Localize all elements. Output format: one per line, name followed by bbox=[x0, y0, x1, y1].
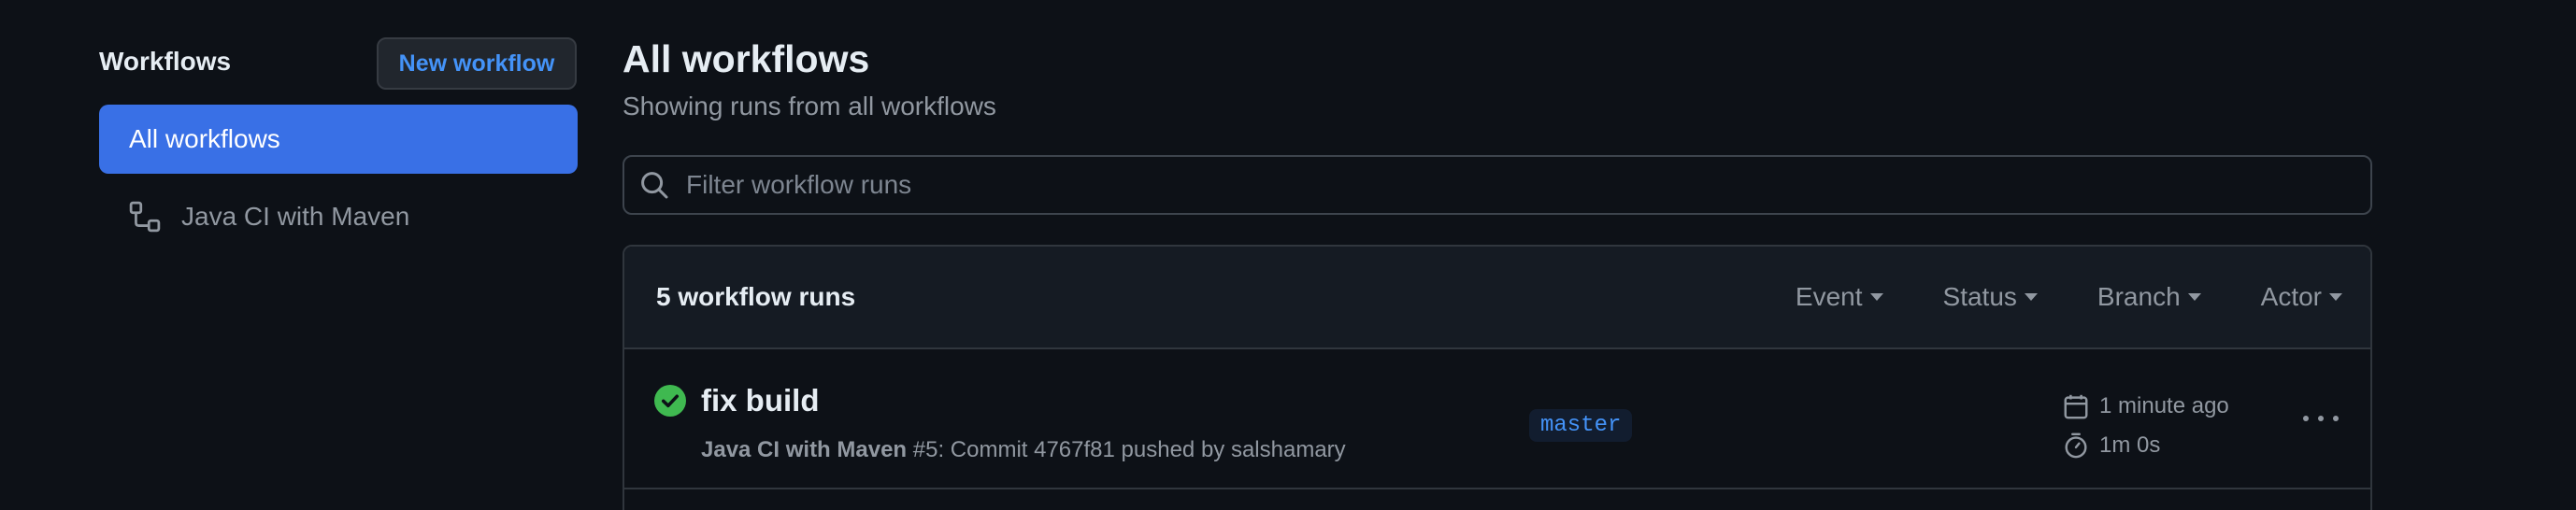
kebab-dot bbox=[2318, 416, 2324, 421]
sidebar-item-label: All workflows bbox=[129, 124, 280, 153]
run-duration: 1m 0s bbox=[2062, 432, 2160, 460]
kebab-dot bbox=[2333, 416, 2339, 421]
runs-filters: Event Status Branch Actor bbox=[1736, 282, 2342, 312]
actor-filter-dropdown[interactable]: Actor bbox=[2261, 282, 2342, 312]
filter-runs-field bbox=[623, 155, 2372, 215]
more-options-button[interactable] bbox=[2297, 402, 2344, 435]
runs-count: 5 workflow runs bbox=[656, 282, 856, 311]
caret-down-icon bbox=[2329, 293, 2342, 301]
dropdown-label: Branch bbox=[2097, 282, 2181, 311]
dropdown-label: Status bbox=[1942, 282, 2017, 311]
runs-header: 5 workflow runs Event Status Branch Acto… bbox=[624, 247, 2370, 349]
run-description: #5: Commit 4767f81 pushed by salshamary bbox=[907, 437, 1346, 462]
check-circle-icon bbox=[654, 385, 686, 417]
run-workflow-name: Java CI with Maven bbox=[701, 437, 908, 462]
caret-down-icon bbox=[2187, 293, 2201, 301]
new-workflow-button[interactable]: New workflow bbox=[377, 37, 577, 90]
sidebar-item-java-ci-with-maven[interactable]: Java CI with Maven bbox=[99, 187, 578, 247]
caret-down-icon bbox=[2024, 293, 2038, 301]
sidebar-item-all-workflows[interactable]: All workflows bbox=[99, 105, 578, 174]
branch-badge[interactable]: master bbox=[1529, 409, 1633, 442]
run-title-link[interactable]: fix build bbox=[701, 383, 820, 418]
workflow-runs-list: 5 workflow runs Event Status Branch Acto… bbox=[623, 245, 2372, 510]
page-subtitle: Showing runs from all workflows bbox=[623, 92, 996, 120]
actions-page: Workflows New workflow All workflows Jav… bbox=[0, 0, 2576, 510]
dropdown-label: Event bbox=[1795, 282, 1863, 311]
kebab-dot bbox=[2303, 416, 2309, 421]
search-icon bbox=[639, 170, 669, 200]
dropdown-label: Actor bbox=[2260, 282, 2322, 311]
branch-filter-dropdown[interactable]: Branch bbox=[2097, 282, 2201, 312]
workflow-icon bbox=[129, 201, 161, 233]
status-filter-dropdown[interactable]: Status bbox=[1943, 282, 2038, 312]
calendar-icon bbox=[2062, 392, 2090, 420]
run-time-ago: 1 minute ago bbox=[2062, 392, 2229, 420]
run-meta: Java CI with Maven #5: Commit 4767f81 pu… bbox=[701, 437, 1346, 463]
workflow-run-row[interactable]: fix build Java CI with Maven #5: Commit … bbox=[624, 349, 2370, 489]
sidebar-title: Workflows bbox=[99, 47, 232, 76]
caret-down-icon bbox=[1869, 293, 1883, 301]
filter-runs-input[interactable] bbox=[686, 170, 2370, 200]
duration-text: 1m 0s bbox=[2099, 432, 2161, 458]
page-title: All workflows bbox=[623, 37, 870, 80]
sidebar-item-label: Java CI with Maven bbox=[181, 202, 410, 231]
event-filter-dropdown[interactable]: Event bbox=[1796, 282, 1883, 312]
time-ago-text: 1 minute ago bbox=[2099, 393, 2229, 418]
stopwatch-icon bbox=[2062, 432, 2090, 460]
